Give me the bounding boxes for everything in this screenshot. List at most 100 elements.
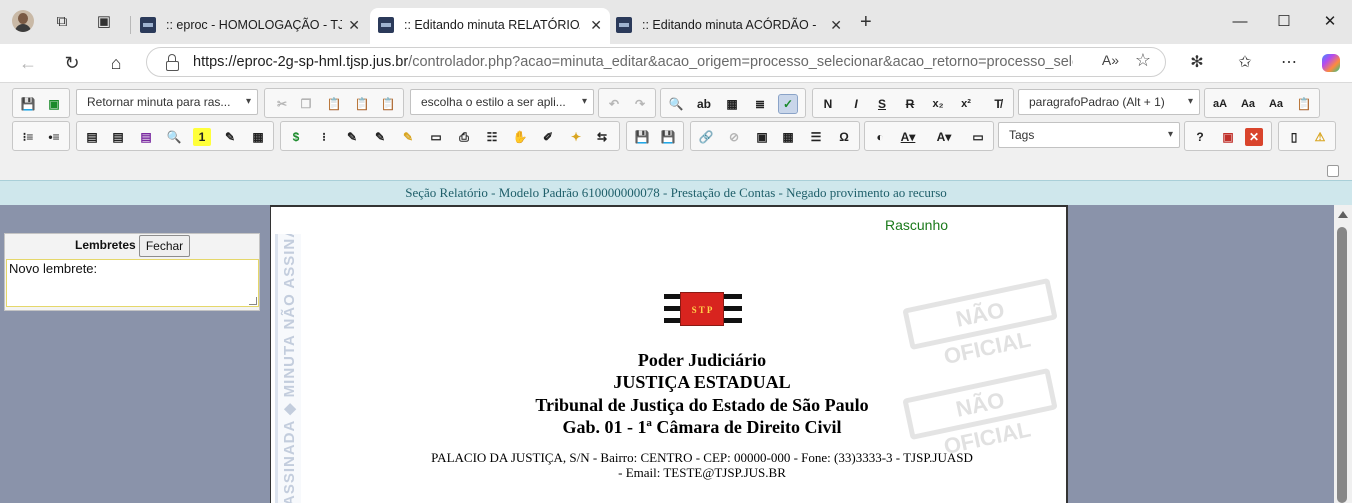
- contrast-icon[interactable]: ◐: [871, 128, 889, 146]
- text-color-icon[interactable]: A▾: [899, 128, 917, 146]
- remove-format-icon[interactable]: T̸: [989, 95, 1007, 113]
- document-page[interactable]: Rascunho ASSINADA ◆ MINUTA NÃO ASSINADA …: [270, 205, 1068, 503]
- tab-actions-icon[interactable]: ▣: [94, 12, 114, 32]
- save-green-icon[interactable]: ▣: [45, 95, 63, 113]
- paste-icon[interactable]: 📋: [325, 95, 343, 113]
- more-icon[interactable]: ⋯: [1278, 52, 1300, 74]
- link-icon[interactable]: 🔗: [697, 128, 715, 146]
- close-tab-icon[interactable]: ✕: [830, 8, 842, 42]
- convert-icon[interactable]: ⇆: [593, 128, 611, 146]
- zoom-icon[interactable]: 🔍: [165, 128, 183, 146]
- note-icon[interactable]: ▤: [109, 128, 127, 146]
- save-purple-icon[interactable]: 💾: [659, 128, 677, 146]
- bg-color-icon[interactable]: A▾: [935, 128, 953, 146]
- lowercase-icon[interactable]: Aa: [1239, 95, 1257, 113]
- read-aloud-icon[interactable]: A»: [1102, 52, 1119, 68]
- vertical-scrollbar[interactable]: [1334, 205, 1352, 503]
- refresh-icon[interactable]: ↻: [60, 51, 84, 75]
- superscript-icon[interactable]: x²: [957, 95, 975, 113]
- table-icon[interactable]: ▦: [779, 128, 797, 146]
- eraser-icon[interactable]: ✎: [221, 128, 239, 146]
- edit-multi-icon[interactable]: ✎: [371, 128, 389, 146]
- paste-text-icon[interactable]: 📋: [353, 95, 371, 113]
- close-tab-icon[interactable]: ✕: [590, 8, 602, 42]
- uppercase-icon[interactable]: aA: [1211, 95, 1229, 113]
- save-version-icon[interactable]: 💾: [633, 128, 651, 146]
- return-draft-select[interactable]: Retornar minuta para ras...: [76, 89, 258, 115]
- tab-editando-relatorio[interactable]: :: Editando minuta RELATÓRIO/VO ✕: [370, 8, 610, 44]
- workspaces-icon[interactable]: ⧉: [52, 12, 72, 32]
- special-char-icon[interactable]: Ω: [835, 128, 853, 146]
- undo-icon[interactable]: ↶: [605, 95, 623, 113]
- save-icon[interactable]: 💾: [19, 95, 37, 113]
- find-icon[interactable]: 🔍: [667, 95, 685, 113]
- edit-doc-icon[interactable]: ✎: [343, 128, 361, 146]
- close-reminders-button[interactable]: Fechar: [139, 235, 190, 257]
- tags-select[interactable]: Tags: [998, 122, 1180, 148]
- scroll-thumb[interactable]: [1337, 227, 1347, 503]
- stop-icon[interactable]: ▣: [1219, 128, 1237, 146]
- titlecase-icon[interactable]: Aa: [1267, 95, 1285, 113]
- copy-icon[interactable]: ❐: [297, 95, 315, 113]
- close-tab-icon[interactable]: ✕: [348, 8, 360, 42]
- lock-icon[interactable]: [165, 54, 179, 71]
- url-field[interactable]: https://eproc-2g-sp-hml.tjsp.jus.br/cont…: [146, 47, 1166, 77]
- scroll-up-icon[interactable]: [1338, 211, 1348, 218]
- preview-icon[interactable]: ▯: [1285, 128, 1303, 146]
- horizontal-rule-icon[interactable]: ☰: [807, 128, 825, 146]
- favorites-list-icon[interactable]: ✩: [1234, 52, 1256, 74]
- image-icon[interactable]: ▣: [753, 128, 771, 146]
- subscript-icon[interactable]: x₂: [929, 95, 947, 113]
- strikethrough-icon[interactable]: R: [901, 95, 919, 113]
- print-icon[interactable]: ⎙: [455, 128, 473, 146]
- tab-eproc-homologacao[interactable]: :: eproc - HOMOLOGAÇÃO - TJSP ✕: [132, 8, 368, 44]
- pencil-icon[interactable]: ✎: [399, 128, 417, 146]
- currency-icon[interactable]: $: [287, 128, 305, 146]
- bold-icon[interactable]: N: [819, 95, 837, 113]
- select-all-icon[interactable]: ▦: [723, 95, 741, 113]
- extensions-icon[interactable]: ✻: [1186, 52, 1208, 74]
- numbered-list-icon[interactable]: ⁝≡: [19, 128, 37, 146]
- stamp-icon[interactable]: ✋: [511, 128, 529, 146]
- list-icon[interactable]: ≣: [751, 95, 769, 113]
- redo-icon[interactable]: ↷: [631, 95, 649, 113]
- copilot-icon[interactable]: [1322, 54, 1340, 72]
- help-icon[interactable]: ?: [1191, 128, 1209, 146]
- new-reminder-textarea[interactable]: Novo lembrete:: [6, 259, 259, 307]
- toolbar-collapse-box[interactable]: [1327, 165, 1339, 177]
- tab-editando-acordao[interactable]: :: Editando minuta ACÓRDÃO - 61 ✕: [608, 8, 850, 44]
- underline-icon[interactable]: S: [873, 95, 891, 113]
- paragraph-select[interactable]: paragrafoPadrao (Alt + 1): [1018, 89, 1200, 115]
- form-icon[interactable]: ▭: [427, 128, 445, 146]
- replace-icon[interactable]: ab: [695, 95, 713, 113]
- style-select[interactable]: escolha o estilo a ser apli...: [410, 89, 594, 115]
- table-lines-icon[interactable]: ☷: [483, 128, 501, 146]
- back-icon[interactable]: ←: [16, 51, 40, 75]
- cut-icon[interactable]: ✂: [273, 95, 291, 113]
- close-window-icon[interactable]: ✕: [1318, 10, 1342, 34]
- bullet-list-icon[interactable]: •≡: [45, 128, 63, 146]
- warning-icon[interactable]: ⚠: [1311, 128, 1329, 146]
- new-tab-icon[interactable]: +: [860, 12, 872, 32]
- maximize-icon[interactable]: ☐: [1272, 10, 1296, 34]
- clipboard-icon[interactable]: 📋: [1295, 95, 1313, 113]
- spellcheck-icon[interactable]: ✓: [778, 94, 798, 114]
- highlight-1-icon[interactable]: 1: [193, 128, 211, 146]
- calculator-icon[interactable]: ▦: [249, 128, 267, 146]
- italic-icon[interactable]: I: [847, 95, 865, 113]
- purple-note-icon[interactable]: ▤: [137, 128, 155, 146]
- unlink-icon[interactable]: ⊘: [725, 128, 743, 146]
- brush-icon[interactable]: ✐: [539, 128, 557, 146]
- undo-group: ↶ ↷: [598, 88, 656, 118]
- paste-word-icon[interactable]: 📋: [379, 95, 397, 113]
- markers-icon[interactable]: ⁝: [315, 128, 333, 146]
- show-blocks-icon[interactable]: ▭: [969, 128, 987, 146]
- home-icon[interactable]: ⌂: [104, 51, 128, 75]
- close-editor-icon[interactable]: ✕: [1245, 128, 1263, 146]
- paint-icon[interactable]: ✦: [567, 128, 585, 146]
- resize-grip-icon[interactable]: [249, 297, 257, 305]
- favorite-star-icon[interactable]: ☆: [1135, 50, 1151, 71]
- minimize-icon[interactable]: —: [1228, 10, 1252, 34]
- comment-icon[interactable]: ▤: [83, 128, 101, 146]
- profile-avatar[interactable]: [12, 10, 34, 32]
